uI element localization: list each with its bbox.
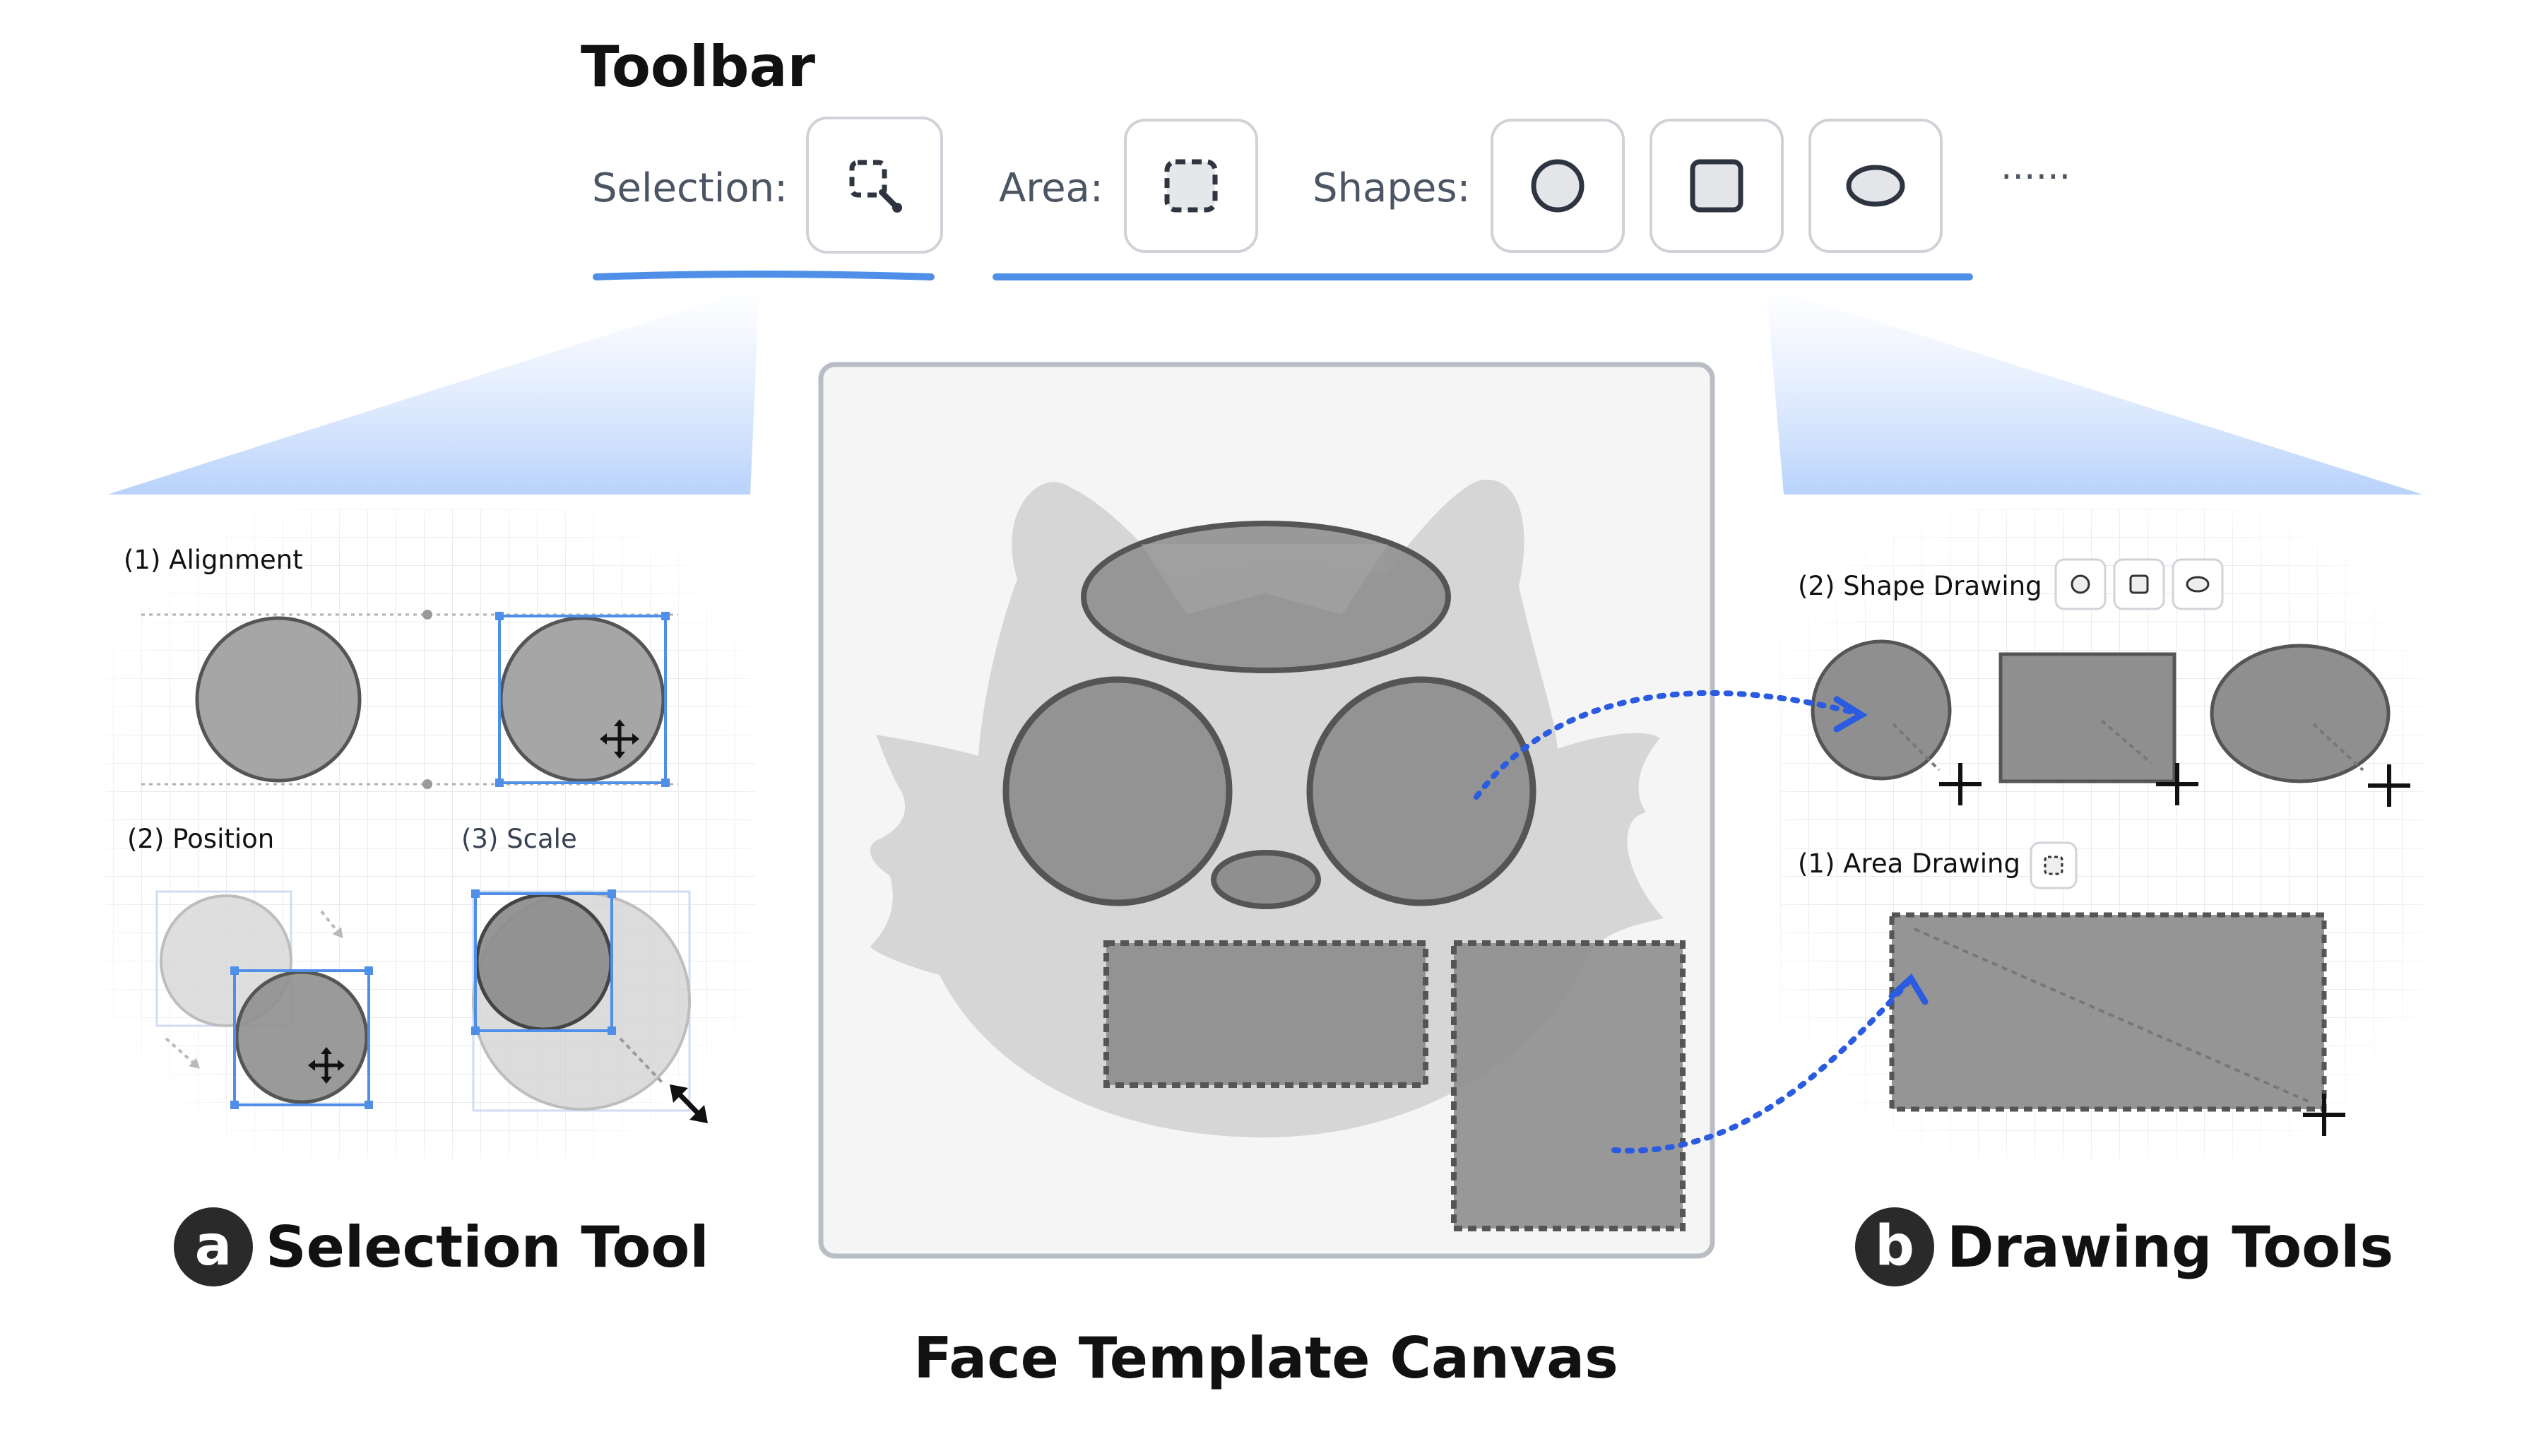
scale-label: (3) Scale (461, 824, 577, 854)
shapes-label: Shapes: (1313, 165, 1470, 211)
svg-text:Selection Tool: Selection Tool (266, 1214, 709, 1280)
svg-text:a: a (195, 1214, 232, 1278)
ellipse-tool-button[interactable] (1808, 119, 1943, 253)
svg-text:b: b (1875, 1214, 1914, 1278)
area-tool-button[interactable] (1124, 119, 1258, 253)
dashed-square-icon (1164, 159, 1218, 213)
svg-text:Drawing Tools: Drawing Tools (1947, 1214, 2393, 1280)
shape-drawing-label: (2) Shape Drawing (1798, 571, 2042, 601)
rectangle-tool-button[interactable] (1650, 119, 1784, 253)
drawn-rectangle[interactable] (1998, 652, 2176, 783)
scale-circle[interactable] (475, 893, 613, 1031)
drawn-ellipse[interactable] (2210, 644, 2391, 783)
nose-ellipse[interactable] (1211, 850, 1321, 909)
position-moved-circle[interactable] (235, 970, 369, 1104)
mini-ellipse-button[interactable] (2172, 558, 2224, 610)
drawing-tools-panel: (2) Shape Drawing (1) Area Drawing b Dra… (1780, 509, 2423, 1286)
alignment-circle-left[interactable] (195, 616, 362, 783)
selection-group-underline (593, 271, 935, 280)
drawing-tools-title: b Drawing Tools (1855, 1207, 2393, 1286)
mini-rectangle-button[interactable] (2113, 558, 2165, 610)
alignment-circle-right[interactable] (499, 616, 665, 783)
circle-icon (1531, 159, 1585, 213)
left-eye-circle[interactable] (1002, 676, 1233, 906)
area-drawing-label: (1) Area Drawing (1798, 848, 2020, 879)
circle-icon (2071, 574, 2090, 594)
selection-zoom-fan (107, 286, 759, 495)
toolbar-title: Toolbar (581, 34, 816, 100)
mini-circle-button[interactable] (2054, 558, 2107, 610)
alignment-label: (1) Alignment (124, 545, 303, 575)
canvas-title: Face Template Canvas (913, 1325, 1618, 1391)
selection-label: Selection: (592, 165, 788, 211)
selection-tool-title: a Selection Tool (174, 1207, 709, 1286)
dashed-square-icon (2044, 856, 2063, 875)
more-tools-ellipsis[interactable]: ······ (2001, 156, 2071, 199)
cheek-area-rect[interactable] (1451, 940, 1686, 1231)
selection-tool-panel: (1) Alignment (2) Position (3) Scale a S… (106, 509, 756, 1286)
square-icon (1690, 159, 1743, 213)
right-eye-circle[interactable] (1306, 676, 1536, 906)
ellipse-icon (1846, 165, 1905, 207)
face-template-canvas: Face Template Canvas (818, 362, 1715, 1391)
ellipse-icon (2186, 576, 2210, 593)
diagram-root: Toolbar Selection: Area: Shapes: ······ … (106, 34, 2423, 1391)
mini-area-button[interactable] (2030, 841, 2078, 889)
drawing-zoom-fan (1766, 286, 2423, 495)
mouth-area-rect[interactable] (1103, 940, 1428, 1088)
square-icon (2129, 574, 2149, 594)
position-label: (2) Position (127, 824, 274, 854)
area-label: Area: (999, 165, 1103, 211)
circle-tool-button[interactable] (1491, 119, 1625, 253)
selection-tool-button[interactable] (806, 117, 943, 254)
